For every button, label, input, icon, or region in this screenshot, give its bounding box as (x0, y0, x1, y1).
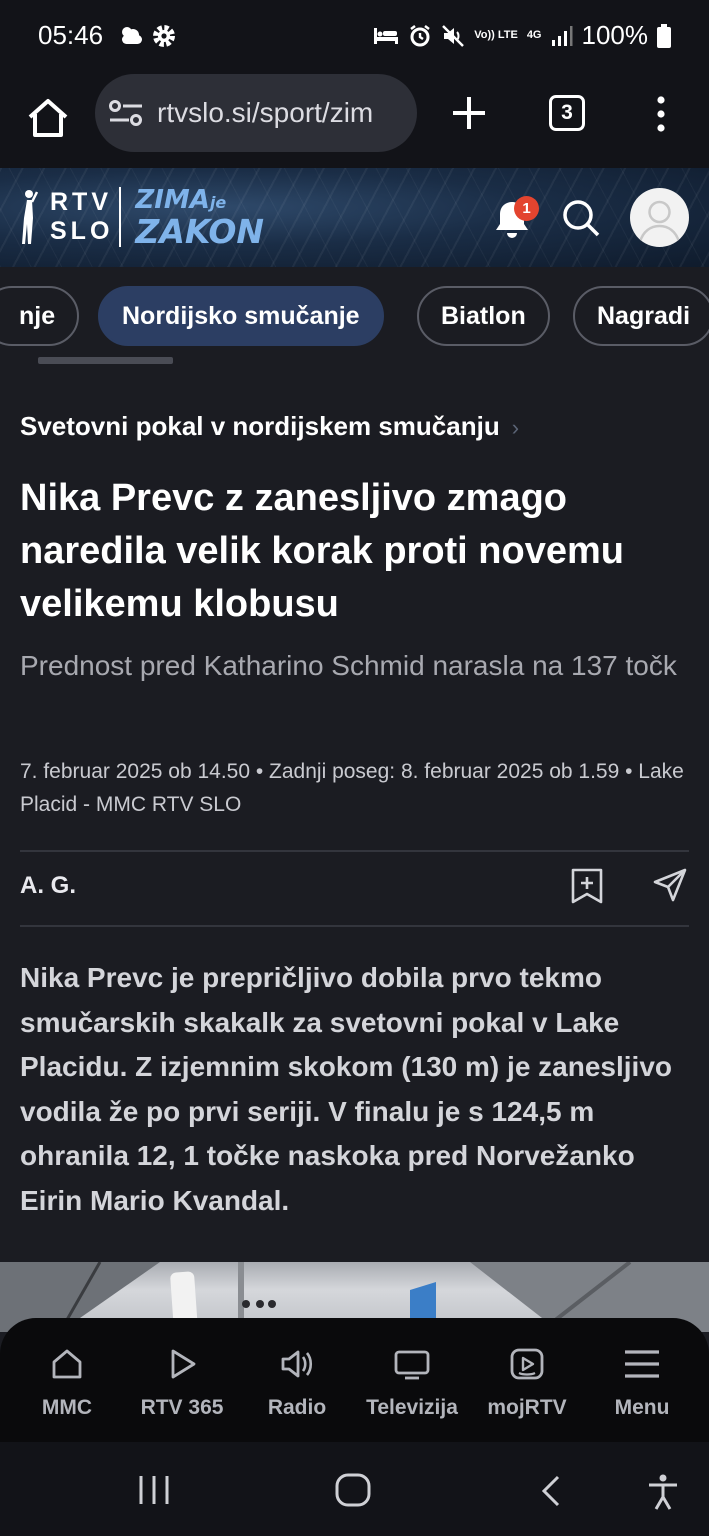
browser-toolbar: rtvslo.si/sport/zim 3 (0, 74, 709, 168)
category-tabs: nje Nordijsko smučanje Biatlon Nagradi (0, 286, 709, 346)
search-icon[interactable] (561, 198, 601, 238)
chevron-right-icon: › (511, 415, 520, 440)
share-icon[interactable] (652, 867, 688, 903)
status-bar: 05:46 Vo)) LTE 4G 100% (0, 0, 709, 74)
more-options-icon[interactable] (653, 94, 669, 134)
url-text[interactable]: rtvslo.si/sport/zim (157, 97, 373, 129)
bookmark-add-icon[interactable] (570, 867, 604, 905)
battery-percentage: 100% (581, 20, 649, 50)
speaker-icon (281, 1350, 313, 1378)
category-pill-nordijsko[interactable]: Nordijsko smučanje (98, 286, 384, 346)
tab-switcher-button[interactable]: 3 (549, 95, 585, 131)
play-icon (171, 1349, 196, 1379)
category-pill-prev[interactable]: nje (0, 286, 80, 346)
article-meta: 7. februar 2025 ob 14.50 • Zadnji poseg:… (20, 760, 684, 816)
my-rtv-icon (510, 1348, 544, 1380)
gear-icon (153, 25, 175, 47)
home-button[interactable] (26, 96, 70, 140)
back-icon[interactable] (540, 1475, 562, 1507)
battery-icon (657, 23, 671, 48)
category-scroll-indicator (38, 357, 173, 364)
zima-je-zakon-logo[interactable]: ZIMAje ZAKON (135, 187, 264, 248)
volte-label: Vo)) LTE (474, 29, 518, 41)
bed-icon (374, 27, 399, 44)
article-headline: Nika Prevc z zanesljivo zmago naredila v… (20, 477, 624, 625)
article-author: A. G. (20, 872, 77, 899)
home-circle-icon[interactable] (335, 1473, 371, 1507)
new-tab-button[interactable] (448, 92, 490, 134)
mute-icon (442, 24, 465, 47)
notification-count-badge: 1 (514, 196, 539, 221)
nav-item-mmc[interactable]: MMC (7, 1344, 127, 1420)
network-label: 4G (526, 29, 542, 41)
user-avatar[interactable] (630, 188, 689, 247)
bottom-navigation: MMC RTV 365 Radio Televizija mojRTV Menu (0, 1318, 709, 1442)
accessibility-icon[interactable] (647, 1473, 679, 1511)
article-subtitle: Prednost pred Katharino Schmid narasla n… (20, 650, 677, 681)
user-icon (638, 200, 681, 243)
cloud-sun-icon (122, 27, 142, 44)
hamburger-icon (625, 1350, 659, 1378)
home-icon (52, 1349, 82, 1379)
nav-item-menu[interactable]: Menu (582, 1344, 702, 1420)
alarm-icon (410, 24, 430, 46)
logo-line-slo: SLO (50, 217, 114, 245)
rtv-figure-icon (22, 190, 38, 244)
divider (20, 850, 689, 852)
url-bar[interactable]: rtvslo.si/sport/zim (95, 74, 417, 152)
site-settings-icon[interactable] (109, 99, 143, 127)
logo-line-rtv: RTV (50, 188, 112, 216)
nav-item-mojrtv[interactable]: mojRTV (467, 1344, 587, 1420)
signal-icon (551, 25, 572, 46)
article-lead: Nika Prevc je prepričljivo dobila prvo t… (20, 962, 672, 1216)
article-kicker[interactable]: Svetovni pokal v nordijskem smučanju › (20, 411, 519, 442)
recent-apps-icon[interactable] (137, 1475, 171, 1505)
nav-item-televizija[interactable]: Televizija (352, 1344, 472, 1420)
divider (20, 925, 689, 927)
tv-icon (394, 1350, 430, 1380)
category-pill-biatlon[interactable]: Biatlon (417, 286, 550, 346)
category-pill-nagrade[interactable]: Nagradi (573, 286, 709, 346)
nav-item-rtv365[interactable]: RTV 365 (122, 1344, 242, 1420)
site-header: RTV SLO ZIMAje ZAKON (0, 168, 709, 267)
status-time: 05:46 (38, 20, 104, 50)
nav-item-radio[interactable]: Radio (237, 1344, 357, 1420)
rtv-slo-logo[interactable]: RTV SLO ZIMAje ZAKON (18, 186, 264, 248)
system-navigation-bar (0, 1442, 709, 1536)
